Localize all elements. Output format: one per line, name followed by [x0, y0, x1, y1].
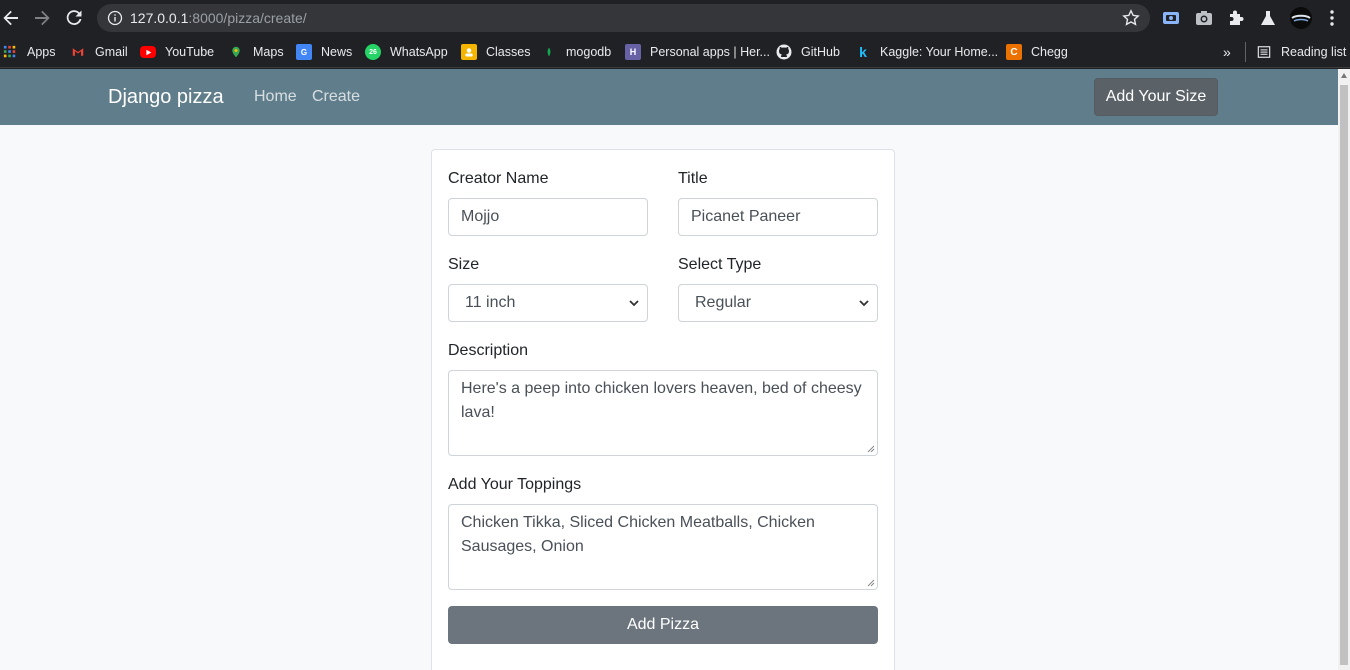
classes-icon [461, 44, 477, 60]
bookmark-label: Maps [253, 45, 284, 59]
bookmark-label: Kaggle: Your Home... [880, 45, 999, 59]
size-label: Size [448, 256, 480, 273]
page-scrollbar[interactable] [1338, 69, 1350, 670]
bookmark-whatsapp[interactable]: 26 WhatsApp [365, 42, 448, 62]
forward-icon[interactable] [31, 7, 53, 29]
bookmark-youtube[interactable]: YouTube [140, 42, 214, 62]
creator-name-label: Creator Name [448, 170, 549, 187]
heroku-icon: H [625, 44, 641, 60]
select-type-label: Select Type [678, 256, 762, 273]
profile-avatar[interactable] [1290, 7, 1312, 29]
bookmark-label: WhatsApp [390, 45, 448, 59]
bookmark-gmail[interactable]: Gmail [70, 42, 128, 62]
page-viewport: Django pizza Home Create Add Your Size C… [0, 69, 1338, 670]
reading-list-icon [1256, 44, 1272, 60]
creator-name-input[interactable]: Mojjo [448, 198, 648, 236]
bookmark-classes[interactable]: Classes [461, 42, 530, 62]
mongodb-leaf-icon [541, 44, 557, 60]
bookmark-label: News [321, 45, 353, 59]
bookmark-mogodb[interactable]: mogodb [541, 42, 611, 62]
scrollbar-thumb[interactable] [1340, 85, 1348, 665]
bookmark-label: Apps [27, 45, 56, 59]
type-select[interactable]: Regular [678, 284, 878, 322]
title-input[interactable]: Picanet Paneer [678, 198, 878, 236]
reload-icon[interactable] [63, 7, 85, 29]
pizza-form-card: Creator Name Mojjo Title Picanet Paneer … [431, 149, 895, 670]
resize-grip-icon[interactable] [866, 578, 875, 587]
size-select-value: 11 inch [465, 294, 516, 311]
bookmark-label: Personal apps | Her... [650, 45, 770, 59]
chevron-down-icon [859, 300, 869, 307]
reading-list-button[interactable]: Reading list [1245, 42, 1346, 62]
browser-toolbar: 127.0.0.1:8000/pizza/create/ [0, 0, 1350, 36]
bookmark-apps[interactable]: Apps [2, 42, 56, 62]
extensions-puzzle-icon[interactable] [1226, 8, 1246, 28]
chegg-icon: C [1006, 44, 1022, 60]
url-text: 127.0.0.1:8000/pizza/create/ [130, 10, 307, 26]
bookmark-label: GitHub [801, 45, 840, 59]
bookmark-label: mogodb [566, 45, 612, 59]
gmail-icon [70, 44, 86, 60]
camera-extension-icon[interactable] [1194, 8, 1214, 28]
bookmark-maps[interactable]: Maps [228, 42, 284, 62]
bookmark-label: Chegg [1031, 45, 1068, 59]
resize-grip-icon[interactable] [866, 444, 875, 453]
screencast-extension-icon[interactable] [1161, 8, 1181, 28]
url-host: 127.0.0.1 [130, 10, 189, 26]
bookmark-label: YouTube [165, 45, 215, 59]
bookmark-label: Gmail [95, 45, 128, 59]
toppings-label: Add Your Toppings [448, 476, 582, 493]
bookmarks-overflow-icon[interactable]: » [1223, 42, 1231, 62]
add-pizza-button[interactable]: Add Pizza [448, 606, 878, 644]
brand-link[interactable]: Django pizza [108, 86, 224, 109]
nav-link-home[interactable]: Home [254, 88, 297, 106]
description-label: Description [448, 342, 529, 359]
kaggle-icon: k [859, 44, 867, 60]
address-bar[interactable]: 127.0.0.1:8000/pizza/create/ [97, 4, 1150, 32]
url-path: :8000/pizza/create/ [188, 10, 307, 26]
bookmarks-bar: Apps Gmail YouTube Maps G News 26 WhatsApp… [0, 36, 1350, 68]
chevron-down-icon [629, 300, 639, 307]
news-icon: G [296, 44, 312, 60]
add-your-size-button[interactable]: Add Your Size [1094, 78, 1218, 116]
description-textarea[interactable]: Here's a peep into chicken lovers heaven… [448, 370, 878, 456]
scroll-up-arrow-icon[interactable] [1341, 73, 1347, 78]
youtube-icon [140, 46, 156, 58]
bookmark-github[interactable]: GitHub [776, 42, 840, 62]
type-select-value: Regular [695, 294, 752, 311]
bookmark-chegg[interactable]: C Chegg [1006, 42, 1068, 62]
reading-list-label: Reading list [1281, 45, 1347, 59]
bookmark-kaggle[interactable]: k Kaggle: Your Home... [855, 42, 998, 62]
kebab-menu-icon[interactable] [1322, 8, 1342, 28]
toppings-textarea[interactable]: Chicken Tikka, Sliced Chicken Meatballs,… [448, 504, 878, 590]
toppings-text: Chicken Tikka, Sliced Chicken Meatballs,… [461, 514, 815, 555]
description-text: Here's a peep into chicken lovers heaven… [461, 380, 862, 421]
size-select[interactable]: 11 inch [448, 284, 648, 322]
maps-icon [228, 44, 244, 60]
bookmark-news[interactable]: G News [296, 42, 352, 62]
labs-flask-icon[interactable] [1258, 8, 1278, 28]
github-icon [776, 44, 792, 60]
nav-link-create[interactable]: Create [312, 88, 360, 106]
apps-grid-icon [2, 44, 18, 60]
back-icon[interactable] [0, 7, 22, 29]
site-navbar: Django pizza Home Create Add Your Size [0, 69, 1338, 125]
site-info-icon[interactable] [107, 10, 123, 26]
bookmark-heroku[interactable]: H Personal apps | Her... [625, 42, 770, 62]
title-label: Title [678, 170, 708, 187]
bookmark-label: Classes [486, 45, 531, 59]
whatsapp-icon: 26 [365, 44, 381, 60]
bookmark-star-icon[interactable] [1122, 9, 1140, 27]
